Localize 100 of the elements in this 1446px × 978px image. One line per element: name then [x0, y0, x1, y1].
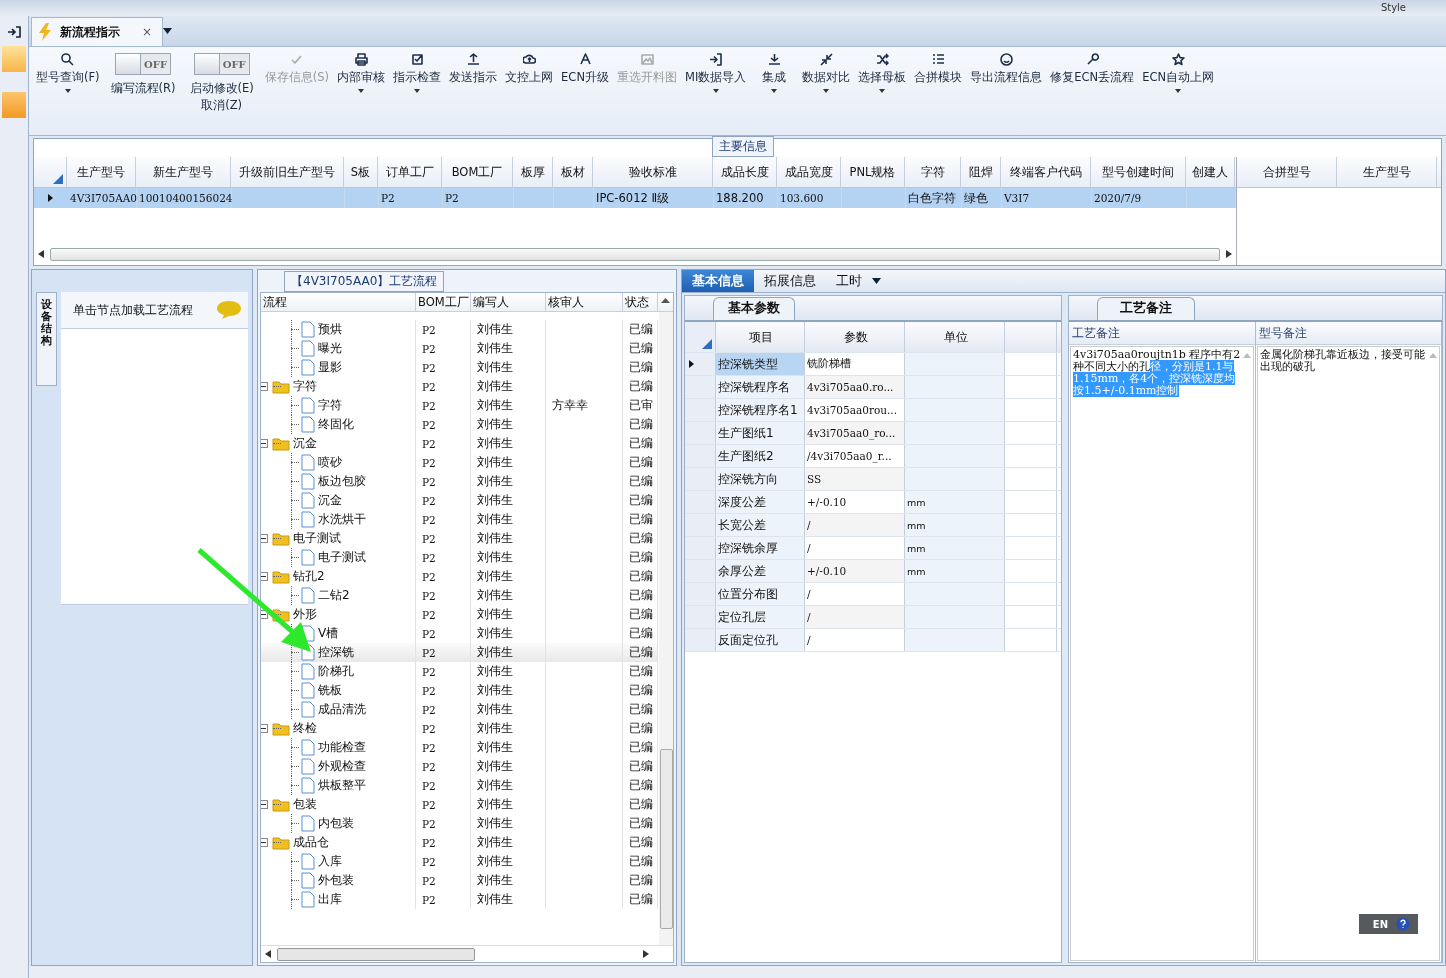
toolbar-button[interactable]: 文控上网: [502, 53, 557, 115]
tree-row[interactable]: 曝光 P2 刘伟生 已编: [261, 339, 658, 358]
collapse-toggle[interactable]: [261, 534, 268, 543]
table-cell[interactable]: 控深铣程序名: [716, 376, 805, 398]
tree-row[interactable]: 出库 P2 刘伟生 已编: [261, 890, 658, 909]
table-row[interactable]: 定位孔层 /: [685, 606, 1061, 629]
column-header[interactable]: BOM工厂: [442, 157, 513, 187]
column-header[interactable]: 生产型号: [1337, 157, 1437, 187]
table-cell[interactable]: 定位孔层: [716, 606, 805, 628]
toolbar-button[interactable]: ECN自动上网: [1139, 53, 1218, 115]
column-header[interactable]: 项目: [716, 322, 805, 352]
tree-row[interactable]: 字符 P2 刘伟生 已编: [261, 377, 658, 396]
style-menu[interactable]: Style: [1380, 0, 1446, 16]
column-header[interactable]: 型号备注: [1255, 322, 1441, 345]
column-header[interactable]: 工艺备注: [1069, 322, 1255, 345]
column-header[interactable]: 核审人: [546, 293, 623, 311]
table-cell[interactable]: 余厚公差: [716, 560, 805, 582]
column-header[interactable]: 流程: [261, 293, 416, 311]
column-header[interactable]: 订单工厂: [378, 157, 442, 187]
document-tab[interactable]: 新流程指示 ×: [31, 17, 164, 46]
toolbar-button[interactable]: 数据对比: [799, 53, 854, 115]
note-text-area[interactable]: 4v3i705aa0roujtn1b 程序中有2种不同大小的孔径，分别是1.1与1.15mm，各4个，控深铣深度均按1.5+/-0.1mm控制: [1070, 346, 1254, 961]
table-row[interactable]: 长宽公差 / mm: [685, 514, 1061, 537]
toolbar-button[interactable]: 指示检查: [390, 53, 445, 115]
table-row[interactable]: 控深铣程序名1 4v3i705aa0rou...: [685, 399, 1061, 422]
tree-row[interactable]: 喷砂 P2 刘伟生 已编: [261, 453, 658, 472]
toolbar-button[interactable]: 型号查询(F): [33, 53, 103, 115]
column-header[interactable]: 参数: [805, 322, 905, 352]
scroll-left-icon[interactable]: [38, 250, 44, 258]
column-header[interactable]: 编写人: [471, 293, 546, 311]
column-header[interactable]: PNL规格: [841, 157, 905, 187]
tree-row[interactable]: 铣板 P2 刘伟生 已编: [261, 681, 658, 700]
tree-row[interactable]: 外包装 P2 刘伟生 已编: [261, 871, 658, 890]
column-header[interactable]: 板材: [553, 157, 593, 187]
toolbar-button[interactable]: 合拼模块: [911, 53, 966, 115]
sub-tab[interactable]: 基本参数: [713, 297, 795, 320]
toolbar-button[interactable]: 发送指示: [446, 53, 501, 115]
table-row[interactable]: 反面定位孔 /: [685, 629, 1061, 652]
tree-row[interactable]: 电子测试 P2 刘伟生 已编: [261, 529, 658, 548]
column-header[interactable]: 终端客户代码: [1001, 157, 1091, 187]
table-row[interactable]: 4V3I705AA0 10010400156024 P2 P2 IPC-6012 Ⅱ级 188.200 103.600 白色字符 绿色 V3I7 2020/7/9: [34, 188, 1236, 208]
sub-tab[interactable]: 工艺备注: [1097, 297, 1195, 320]
tree-row[interactable]: 终检 P2 刘伟生 已编: [261, 719, 658, 738]
collapse-toggle[interactable]: [261, 572, 268, 581]
tree-row[interactable]: 钻孔2 P2 刘伟生 已编: [261, 567, 658, 586]
tree-row[interactable]: 二钻2 P2 刘伟生 已编: [261, 586, 658, 605]
table-row[interactable]: 生产图纸2 /4v3i705aa0_r...: [685, 445, 1061, 468]
scroll-right-icon[interactable]: [1226, 250, 1232, 258]
table-cell[interactable]: 反面定位孔: [716, 629, 805, 651]
tree-row[interactable]: 板边包胶 P2 刘伟生 已编: [261, 472, 658, 491]
collapse-toggle[interactable]: [261, 382, 268, 391]
collapse-toggle[interactable]: [261, 724, 268, 733]
table-cell[interactable]: 控深铣余厚: [716, 537, 805, 559]
column-header[interactable]: 生产型号: [67, 157, 136, 187]
column-header[interactable]: 新生产型号: [136, 157, 231, 187]
toggle-switch[interactable]: OFF: [115, 53, 172, 75]
table-row[interactable]: 控深铣方向 SS: [685, 468, 1061, 491]
column-header[interactable]: 单位: [905, 322, 1005, 352]
toolbar-button[interactable]: 内部审核: [334, 53, 389, 115]
tree-row[interactable]: 终固化 P2 刘伟生 已编: [261, 415, 658, 434]
column-header[interactable]: 升级前旧生产型号: [231, 157, 344, 187]
tree-row[interactable]: 烘板整平 P2 刘伟生 已编: [261, 776, 658, 795]
table-cell[interactable]: 位置分布图: [716, 583, 805, 605]
close-button[interactable]: ×: [142, 25, 153, 39]
collapse-toggle[interactable]: [261, 838, 268, 847]
tree-row[interactable]: 内包装 P2 刘伟生 已编: [261, 814, 658, 833]
language-bar[interactable]: EN: [1358, 914, 1418, 934]
column-header[interactable]: 板厚: [513, 157, 553, 187]
toolbar-button[interactable]: ECN升级: [558, 53, 612, 115]
table-cell[interactable]: 生产图纸1: [716, 422, 805, 444]
column-header[interactable]: S板: [344, 157, 378, 187]
info-tab[interactable]: 工时: [826, 270, 872, 292]
tree-row[interactable]: 入库 P2 刘伟生 已编: [261, 852, 658, 871]
tree-row[interactable]: 外观检查 P2 刘伟生 已编: [261, 757, 658, 776]
collapse-toggle[interactable]: [261, 439, 268, 448]
table-row[interactable]: 深度公差 +/-0.10 mm: [685, 491, 1061, 514]
tree-row[interactable]: 外形 P2 刘伟生 已编: [261, 605, 658, 624]
tree-row[interactable]: 预烘 P2 刘伟生 已编: [261, 320, 658, 339]
toolbar-button[interactable]: 导出流程信息: [967, 53, 1046, 115]
column-header[interactable]: 创建人: [1186, 157, 1235, 187]
table-row[interactable]: 余厚公差 +/-0.10 mm: [685, 560, 1061, 583]
table-row[interactable]: 生产图纸1 4v3i705aa0_ro...: [685, 422, 1061, 445]
caret-icon[interactable]: [163, 28, 173, 34]
column-header[interactable]: 成品宽度: [777, 157, 841, 187]
tree-row[interactable]: 水洗烘干 P2 刘伟生 已编: [261, 510, 658, 529]
login-icon[interactable]: [7, 26, 21, 38]
column-header[interactable]: 阻焊: [961, 157, 1001, 187]
toolbar-button[interactable]: 选择母板: [855, 53, 910, 115]
column-header[interactable]: 成品长度: [713, 157, 777, 187]
tree-row[interactable]: 成品清洗 P2 刘伟生 已编: [261, 700, 658, 719]
table-row[interactable]: 控深铣程序名 4v3i705aa0.ro...: [685, 376, 1061, 399]
toolbar-button[interactable]: MI数据导入: [682, 53, 750, 115]
column-header[interactable]: BOM工厂: [416, 293, 471, 311]
table-cell[interactable]: 控深铣方向: [716, 468, 805, 490]
column-header[interactable]: 状态: [623, 293, 658, 311]
column-header[interactable]: 验收标准: [593, 157, 713, 187]
tree-row[interactable]: 沉金 P2 刘伟生 已编: [261, 434, 658, 453]
table-row[interactable]: 控深铣类型 铣阶梯槽: [685, 353, 1061, 376]
vertical-tab[interactable]: 设备结构: [36, 292, 57, 386]
tree-row[interactable]: 显影 P2 刘伟生 已编: [261, 358, 658, 377]
